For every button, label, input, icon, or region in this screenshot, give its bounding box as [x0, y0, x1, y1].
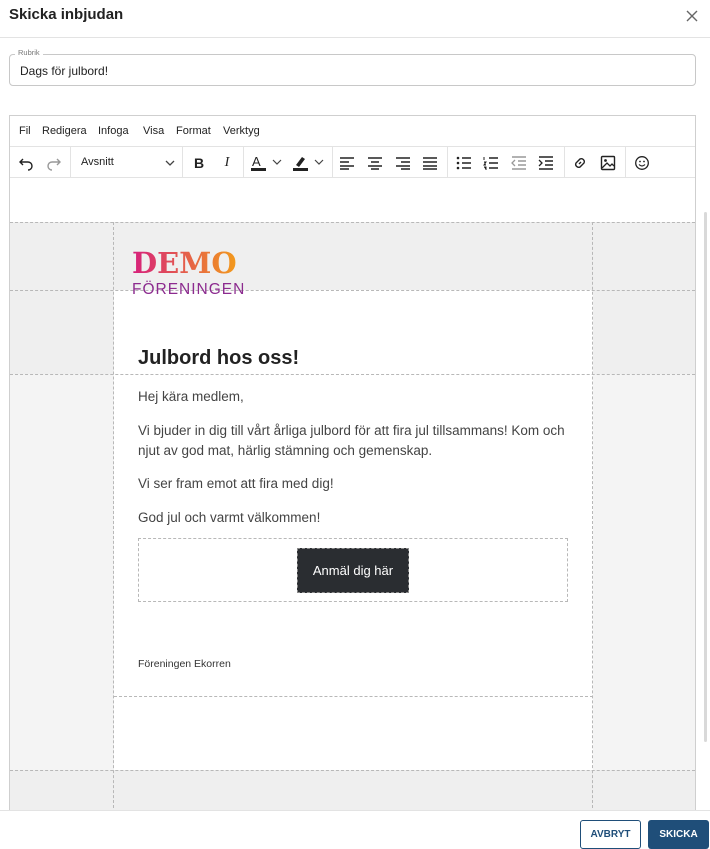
text-color-letter: A	[252, 154, 261, 169]
editor-content[interactable]: DEMO FÖRENINGEN Julbord hos oss! Hej kär…	[10, 178, 695, 815]
menu-insert[interactable]: Infoga	[98, 125, 129, 137]
numbered-list-icon[interactable]	[480, 152, 502, 174]
editor-menubar: Fil Redigera Infoga Visa Format Verktyg	[10, 116, 695, 147]
register-button[interactable]: Anmäl dig här	[297, 548, 409, 593]
logo-word: DEMO	[132, 247, 237, 280]
text-color-button[interactable]: A	[248, 152, 288, 174]
subject-input[interactable]	[20, 64, 680, 78]
demo-foreningen-logo: DEMO FÖRENINGEN	[132, 247, 245, 297]
toolbar-separator	[332, 147, 333, 178]
align-left-icon[interactable]	[336, 152, 358, 174]
menu-tools[interactable]: Verktyg	[223, 125, 260, 137]
toolbar-separator	[182, 147, 183, 178]
rich-text-editor: Fil Redigera Infoga Visa Format Verktyg …	[9, 115, 696, 815]
indent-icon[interactable]	[535, 152, 557, 174]
align-right-icon[interactable]	[392, 152, 414, 174]
menu-view[interactable]: Visa	[143, 125, 164, 137]
highlight-color-swatch	[293, 168, 308, 171]
email-paragraph: Vi bjuder in dig till vårt årliga julbor…	[138, 423, 565, 458]
link-icon[interactable]	[569, 152, 591, 174]
toolbar-separator	[243, 147, 244, 178]
redo-icon[interactable]	[43, 152, 65, 174]
chevron-down-icon	[165, 160, 175, 166]
email-footer: Föreningen Ekorren	[138, 658, 231, 670]
dialog-header: Skicka inbjudan	[0, 0, 710, 38]
align-justify-icon[interactable]	[419, 152, 441, 174]
block-border	[592, 222, 593, 815]
block-format-select[interactable]: Avsnitt	[72, 152, 176, 174]
dialog-title: Skicka inbjudan	[9, 6, 124, 23]
scrollbar[interactable]	[704, 212, 707, 742]
align-center-icon[interactable]	[364, 152, 386, 174]
toolbar-separator	[625, 147, 626, 178]
send-button[interactable]: SKICKA	[648, 820, 709, 849]
menu-edit[interactable]: Redigera	[42, 125, 87, 137]
outdent-icon[interactable]	[508, 152, 530, 174]
toolbar-separator	[447, 147, 448, 178]
toolbar-separator	[564, 147, 565, 178]
italic-button[interactable]: I	[216, 152, 238, 174]
email-paragraph: God jul och varmt välkommen!	[138, 510, 321, 525]
email-heading: Julbord hos oss!	[138, 347, 300, 369]
text-color-swatch	[251, 168, 266, 171]
block-format-label: Avsnitt	[81, 156, 114, 168]
bold-button[interactable]: B	[188, 152, 210, 174]
highlighter-icon	[293, 157, 324, 171]
highlight-color-button[interactable]	[290, 152, 330, 174]
close-icon[interactable]	[683, 7, 701, 25]
logo-subtitle: FÖRENINGEN	[132, 280, 245, 297]
email-paragraph: Vi ser fram emot att fira med dig!	[138, 476, 334, 491]
text-color-icon: A	[251, 154, 282, 171]
email-greeting: Hej kära medlem,	[138, 389, 244, 404]
bullet-list-icon[interactable]	[453, 152, 475, 174]
cancel-button[interactable]: AVBRYT	[580, 820, 641, 849]
menu-format[interactable]: Format	[176, 125, 211, 137]
dialog-actions: AVBRYT SKICKA	[0, 810, 710, 849]
block-border	[113, 222, 114, 815]
block-border	[114, 696, 593, 697]
editor-toolbar: Avsnitt B I A	[10, 147, 695, 178]
toolbar-separator	[70, 147, 71, 178]
menu-file[interactable]: Fil	[19, 125, 31, 137]
subject-field[interactable]	[9, 54, 696, 86]
emoji-icon[interactable]	[631, 152, 653, 174]
image-icon[interactable]	[597, 152, 619, 174]
subject-label: Rubrik	[15, 48, 43, 57]
undo-icon[interactable]	[15, 152, 37, 174]
